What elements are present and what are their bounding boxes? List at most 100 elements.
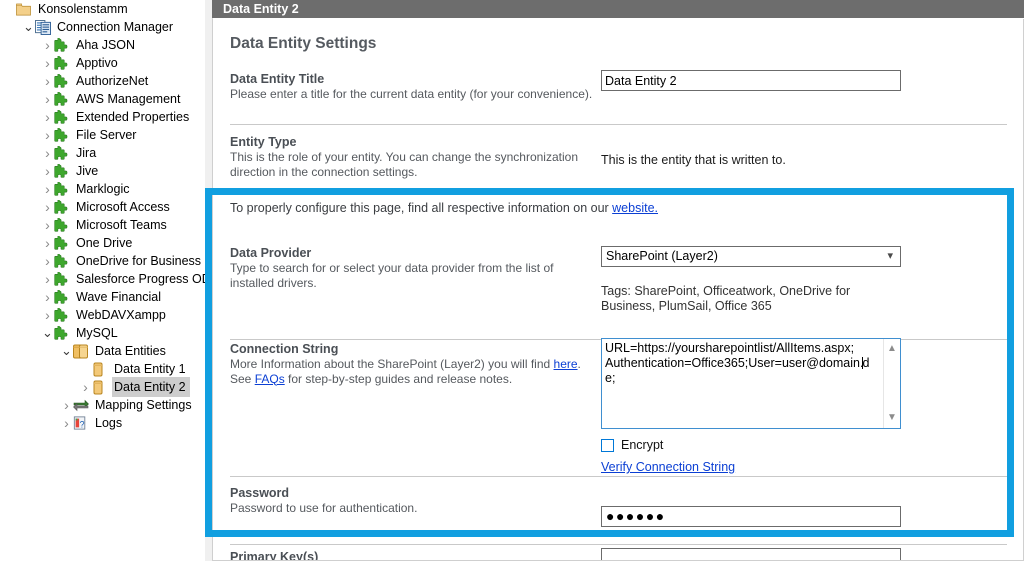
tree-item-label: Aha JSON <box>74 36 135 54</box>
faqs-link[interactable]: FAQs <box>255 372 285 386</box>
connection-string-scrollbar[interactable]: ▲ ▼ <box>883 339 900 428</box>
settings-panel-body: Data Entity Settings Data Entity Title P… <box>212 19 1024 561</box>
navigation-tree[interactable]: Konsolenstamm⌄Connection Manager›Aha JSO… <box>0 0 205 561</box>
cs-line-2a: Authentication=Office365;User=user@domai… <box>605 356 863 370</box>
content-panel: Data Entity 2 Data Entity Settings Data … <box>205 0 1024 561</box>
tree-item-aha-json[interactable]: › Aha JSON <box>0 36 205 54</box>
tree-item-label: Jive <box>74 162 98 180</box>
password-input[interactable]: ●●●●●● <box>601 506 901 527</box>
tree-item-label: Connection Manager <box>55 18 173 36</box>
data-provider-label: Data Provider <box>230 246 311 260</box>
chevron-right-icon[interactable]: › <box>79 378 92 396</box>
data-entity-icon <box>92 379 109 395</box>
chevron-right-icon[interactable]: › <box>41 54 54 72</box>
chevron-down-icon[interactable]: ▼ <box>884 410 900 426</box>
tree-item-label: File Server <box>74 126 136 144</box>
tree-item-data-entities[interactable]: ⌄Data Entities <box>0 342 205 360</box>
chevron-right-icon[interactable]: › <box>41 162 54 180</box>
chevron-right-icon[interactable]: › <box>41 270 54 288</box>
tree-item-label: WebDAVXampp <box>74 306 166 324</box>
tree-item-jive[interactable]: › Jive <box>0 162 205 180</box>
chevron-right-icon[interactable]: › <box>41 234 54 252</box>
website-link[interactable]: website. <box>612 201 658 215</box>
tree-item-microsoft-access[interactable]: ›Microsoft Access <box>0 198 205 216</box>
chevron-down-icon[interactable]: ⌄ <box>60 345 73 357</box>
mapping-settings-icon <box>73 397 90 413</box>
cs-desc-3: for step-by-step guides and release note… <box>285 372 512 386</box>
configure-info-prefix: To properly configure this page, find al… <box>230 201 612 215</box>
tree-item-label: Extended Properties <box>74 108 189 126</box>
tree-item-one-drive[interactable]: ›One Drive <box>0 234 205 252</box>
chevron-down-icon[interactable]: ⌄ <box>22 21 35 33</box>
tree-item-authorizenet[interactable]: ›AuthorizeNet <box>0 72 205 90</box>
tree-item-label: MySQL <box>74 324 118 342</box>
tree-item-mapping-settings[interactable]: ›Mapping Settings <box>0 396 205 414</box>
connection-manager-icon <box>35 19 52 35</box>
tree-item-jira[interactable]: ›Jira <box>0 144 205 162</box>
tree-item-salesforce-progress-odbc[interactable]: › Salesforce Progress ODBC <box>0 270 205 288</box>
tree-item-onedrive-for-business[interactable]: › OneDrive for Business <box>0 252 205 270</box>
chevron-right-icon[interactable]: › <box>41 252 54 270</box>
here-link[interactable]: here <box>554 357 578 371</box>
tree-item-microsoft-teams[interactable]: ›Microsoft Teams <box>0 216 205 234</box>
plugin-icon <box>54 37 71 53</box>
tree-item-label: Logs <box>93 414 122 432</box>
tree-item-label: AWS Management <box>74 90 180 108</box>
tree-item-webdavxampp[interactable]: › WebDAVXampp <box>0 306 205 324</box>
chevron-right-icon[interactable]: › <box>41 108 54 126</box>
logs-icon: ? <box>73 415 90 431</box>
tree-item-wave-financial[interactable]: › Wave Financial <box>0 288 205 306</box>
tree-item-mysql[interactable]: ⌄ MySQL <box>0 324 205 342</box>
chevron-down-icon[interactable]: ⌄ <box>41 327 54 339</box>
chevron-up-icon[interactable]: ▲ <box>884 341 900 357</box>
data-provider-selected-value: SharePoint (Layer2) <box>606 249 718 263</box>
folder-icon <box>16 1 33 17</box>
data-entity-title-input[interactable] <box>601 70 901 91</box>
connection-string-textarea[interactable]: URL=https://yoursharepointlist/AllItems.… <box>601 338 901 429</box>
connection-string-value: URL=https://yoursharepointlist/AllItems.… <box>605 341 877 386</box>
encrypt-checkbox-row[interactable]: Encrypt <box>601 438 901 452</box>
tree-item-label: OneDrive for Business <box>74 252 201 270</box>
plugin-icon <box>54 181 71 197</box>
chevron-right-icon[interactable]: › <box>60 396 73 414</box>
tree-item-label: Salesforce Progress ODBC <box>74 270 205 288</box>
tree-item-marklogic[interactable]: ›Marklogic <box>0 180 205 198</box>
chevron-right-icon[interactable]: › <box>41 180 54 198</box>
chevron-right-icon[interactable]: › <box>41 306 54 324</box>
chevron-right-icon[interactable]: › <box>41 90 54 108</box>
primary-keys-input[interactable] <box>601 548 901 561</box>
chevron-right-icon[interactable]: › <box>60 414 73 432</box>
tree-item-data-entity-2[interactable]: › Data Entity 2 <box>0 378 205 396</box>
tree-item-konsolenstamm[interactable]: Konsolenstamm <box>0 0 205 18</box>
encrypt-label: Encrypt <box>621 438 663 452</box>
tree-item-label: Data Entity 2 <box>112 377 190 397</box>
tree-item-file-server[interactable]: › File Server <box>0 126 205 144</box>
divider <box>230 476 1007 477</box>
plugin-icon <box>54 289 71 305</box>
divider <box>230 124 1007 125</box>
tree-item-logs[interactable]: ›?Logs <box>0 414 205 432</box>
cs-desc-1: More Information about the SharePoint (L… <box>230 357 554 371</box>
verify-connection-string-link[interactable]: Verify Connection String <box>601 460 735 474</box>
chevron-right-icon[interactable]: › <box>41 72 54 90</box>
chevron-right-icon[interactable]: › <box>41 36 54 54</box>
chevron-right-icon[interactable]: › <box>41 288 54 306</box>
plugin-icon <box>54 163 71 179</box>
tree-item-label: Wave Financial <box>74 288 161 306</box>
tree-item-aws-management[interactable]: › AWS Management <box>0 90 205 108</box>
chevron-right-icon[interactable]: › <box>41 198 54 216</box>
chevron-right-icon[interactable]: › <box>41 216 54 234</box>
tree-item-apptivo[interactable]: ›Apptivo <box>0 54 205 72</box>
entity-type-description: This is the role of your entity. You can… <box>230 150 600 179</box>
cs-line-1: URL=https://yoursharepointlist/AllItems.… <box>605 341 854 355</box>
chevron-right-icon[interactable]: › <box>41 126 54 144</box>
plugin-icon <box>54 271 71 287</box>
plugin-icon <box>54 199 71 215</box>
data-provider-select[interactable]: SharePoint (Layer2) ▾ <box>601 246 901 267</box>
encrypt-checkbox[interactable] <box>601 439 614 452</box>
tree-item-extended-properties[interactable]: › Extended Properties <box>0 108 205 126</box>
tree-item-connection-manager[interactable]: ⌄ Connection Manager <box>0 18 205 36</box>
chevron-right-icon[interactable]: › <box>41 144 54 162</box>
tree-item-data-entity-1[interactable]: Data Entity 1 <box>0 360 205 378</box>
plugin-icon <box>54 235 71 251</box>
